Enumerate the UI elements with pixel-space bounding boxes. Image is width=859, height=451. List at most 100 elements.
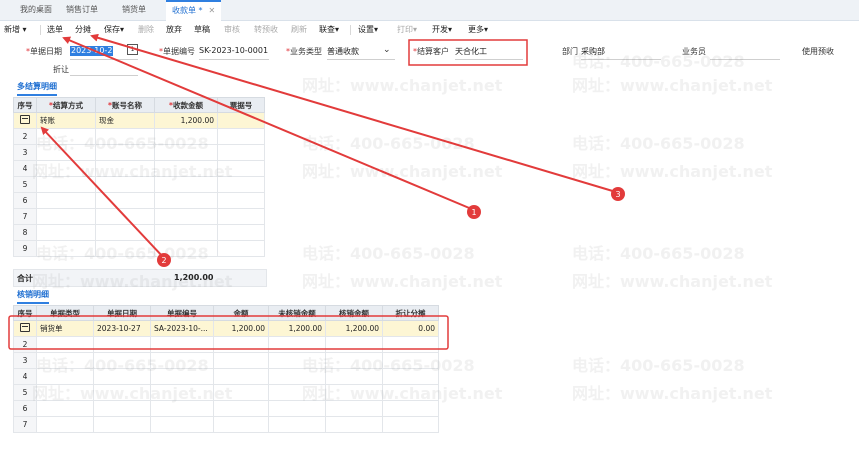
print-label: 打印 [397, 25, 413, 34]
writeoff-header-row: 序号 单据类型 单据日期 单据编号 金额 未核销金额 核销金额 折让分摊 [13, 305, 439, 321]
bill-cell[interactable] [217, 112, 265, 129]
amount-cell[interactable]: 1,200.00 [154, 112, 218, 129]
row-menu-icon[interactable] [13, 112, 37, 129]
settlement-total-row: 合计 1,200.00 [13, 269, 267, 287]
col-discount: 折让分摊 [382, 305, 439, 321]
draft-button[interactable]: 草稿 [194, 24, 210, 36]
tab-receipt-label: 收款单 * [172, 6, 203, 15]
total-label: 合计 [17, 274, 33, 283]
tab-receipt[interactable]: 收款单 * ✕ [166, 0, 222, 21]
table-row[interactable]: 2 [13, 336, 439, 353]
tab-sales-delivery[interactable]: 销货单 [116, 0, 152, 20]
tab-my-desktop[interactable]: 我的桌面 [14, 0, 58, 20]
doc-no-label: *单据编号 [159, 47, 195, 56]
close-icon[interactable]: ✕ [209, 6, 216, 15]
col-account: *账号名称 [95, 97, 155, 113]
annotation-label-2: 2 [161, 256, 166, 265]
annotation-marker-1 [467, 205, 481, 219]
transfer-prepay-button[interactable]: 转预收 [254, 24, 278, 36]
tab-sales-order[interactable]: 销售订单 [60, 0, 104, 20]
col-unsettled: 未核销金额 [268, 305, 326, 321]
col-settled: 核销金额 [325, 305, 383, 321]
doc-type-cell[interactable]: 销货单 [36, 320, 94, 337]
table-row[interactable]: 4 [13, 368, 439, 385]
table-row[interactable]: 9 [13, 240, 265, 257]
watermark-phone: 电话：400-665-0028 [302, 244, 475, 263]
save-label: 保存 [104, 25, 120, 34]
approve-button[interactable]: 审核 [224, 24, 240, 36]
chevron-down-icon: ▾ [448, 25, 453, 34]
watermark-site: 网址：www.chanjet.net [302, 76, 503, 95]
table-row[interactable]: 6 [13, 192, 265, 209]
biz-type-select[interactable]: 普通收款 [327, 46, 359, 57]
annotation-marker-3 [611, 187, 625, 201]
tab-bar: 我的桌面 销售订单 销货单 收款单 * ✕ [0, 0, 859, 21]
customer-field[interactable]: 天合化工 [455, 46, 487, 57]
writeoff-section-title: 核销明细 [17, 289, 49, 304]
settlement-table: 序号 *结算方式 *账号名称 *收款金额 票据号 转账 现金 1,200.00 … [13, 97, 265, 257]
chevron-down-icon: ▾ [120, 25, 125, 34]
new-button[interactable]: 新增 ▾ [4, 24, 27, 36]
total-value: 1,200.00 [174, 273, 214, 282]
col-method: *结算方式 [36, 97, 96, 113]
settings-button[interactable]: 设置▾ [358, 24, 378, 36]
watermark-phone: 电话：400-665-0028 [572, 244, 745, 263]
abandon-button[interactable]: 放弃 [166, 24, 182, 36]
table-row[interactable]: 8 [13, 224, 265, 241]
table-row[interactable]: 3 [13, 144, 265, 161]
split-button[interactable]: 分摊 [75, 24, 91, 36]
discount-cell[interactable]: 0.00 [382, 320, 439, 337]
refresh-button[interactable]: 刷新 [291, 24, 307, 36]
select-button[interactable]: 选单 [47, 24, 63, 36]
more-label: 更多 [468, 25, 484, 34]
save-button[interactable]: 保存▾ [104, 24, 124, 36]
develop-label: 开发 [432, 25, 448, 34]
chevron-down-icon: ▾ [413, 25, 418, 34]
chevron-down-icon[interactable]: ⌄ [383, 45, 391, 55]
print-button[interactable]: 打印▾ [397, 24, 417, 36]
table-row[interactable]: 4 [13, 160, 265, 177]
annotation-label-3: 3 [615, 190, 620, 199]
unsettled-cell[interactable]: 1,200.00 [268, 320, 326, 337]
dept-label: 部门 [562, 47, 578, 56]
calendar-icon[interactable]: 1 [127, 44, 138, 55]
col-doc-date: 单据日期 [93, 305, 151, 321]
doc-no-link[interactable]: SA-2023-10-... [150, 320, 214, 337]
delete-button[interactable]: 删除 [138, 24, 154, 36]
watermark-site: 网址：www.chanjet.net [302, 162, 503, 181]
link-query-button[interactable]: 联查▾ [319, 24, 339, 36]
dept-field[interactable]: 采购部 [581, 46, 605, 57]
table-row[interactable]: 5 [13, 384, 439, 401]
develop-button[interactable]: 开发▾ [432, 24, 452, 36]
watermark-site: 网址：www.chanjet.net [572, 76, 773, 95]
watermark-phone: 电话：400-665-0028 [572, 134, 745, 153]
table-row[interactable]: 2 [13, 128, 265, 145]
table-row[interactable]: 3 [13, 352, 439, 369]
chevron-down-icon: ▾ [22, 25, 27, 34]
row-menu-icon[interactable] [13, 320, 37, 337]
col-doc-no: 单据编号 [150, 305, 214, 321]
table-row[interactable]: 7 [13, 208, 265, 225]
table-row[interactable]: 6 [13, 400, 439, 417]
table-row[interactable]: 转账 现金 1,200.00 [13, 112, 265, 129]
table-row[interactable]: 5 [13, 176, 265, 193]
settled-cell[interactable]: 1,200.00 [325, 320, 383, 337]
table-row[interactable]: 7 [13, 416, 439, 433]
doc-date-cell[interactable]: 2023-10-27 [93, 320, 151, 337]
col-seq: 序号 [13, 97, 37, 113]
watermark-site: 网址：www.chanjet.net [302, 272, 503, 291]
table-row[interactable]: 销货单 2023-10-27 SA-2023-10-... 1,200.00 1… [13, 320, 439, 337]
settlement-header-row: 序号 *结算方式 *账号名称 *收款金额 票据号 [13, 97, 265, 113]
method-cell[interactable]: 转账 [36, 112, 96, 129]
col-amount: 金额 [213, 305, 269, 321]
amount-cell[interactable]: 1,200.00 [213, 320, 269, 337]
watermark-site: 网址：www.chanjet.net [572, 272, 773, 291]
more-button[interactable]: 更多▾ [468, 24, 488, 36]
account-cell[interactable]: 现金 [95, 112, 155, 129]
biz-type-label: *业务类型 [286, 47, 322, 56]
date-field[interactable]: 2023-10-2 [70, 46, 114, 56]
chevron-down-icon: ▾ [374, 25, 379, 34]
settings-label: 设置 [358, 25, 374, 34]
chevron-down-icon: ▾ [335, 25, 340, 34]
doc-no-field[interactable]: SK-2023-10-0001 [199, 46, 268, 55]
